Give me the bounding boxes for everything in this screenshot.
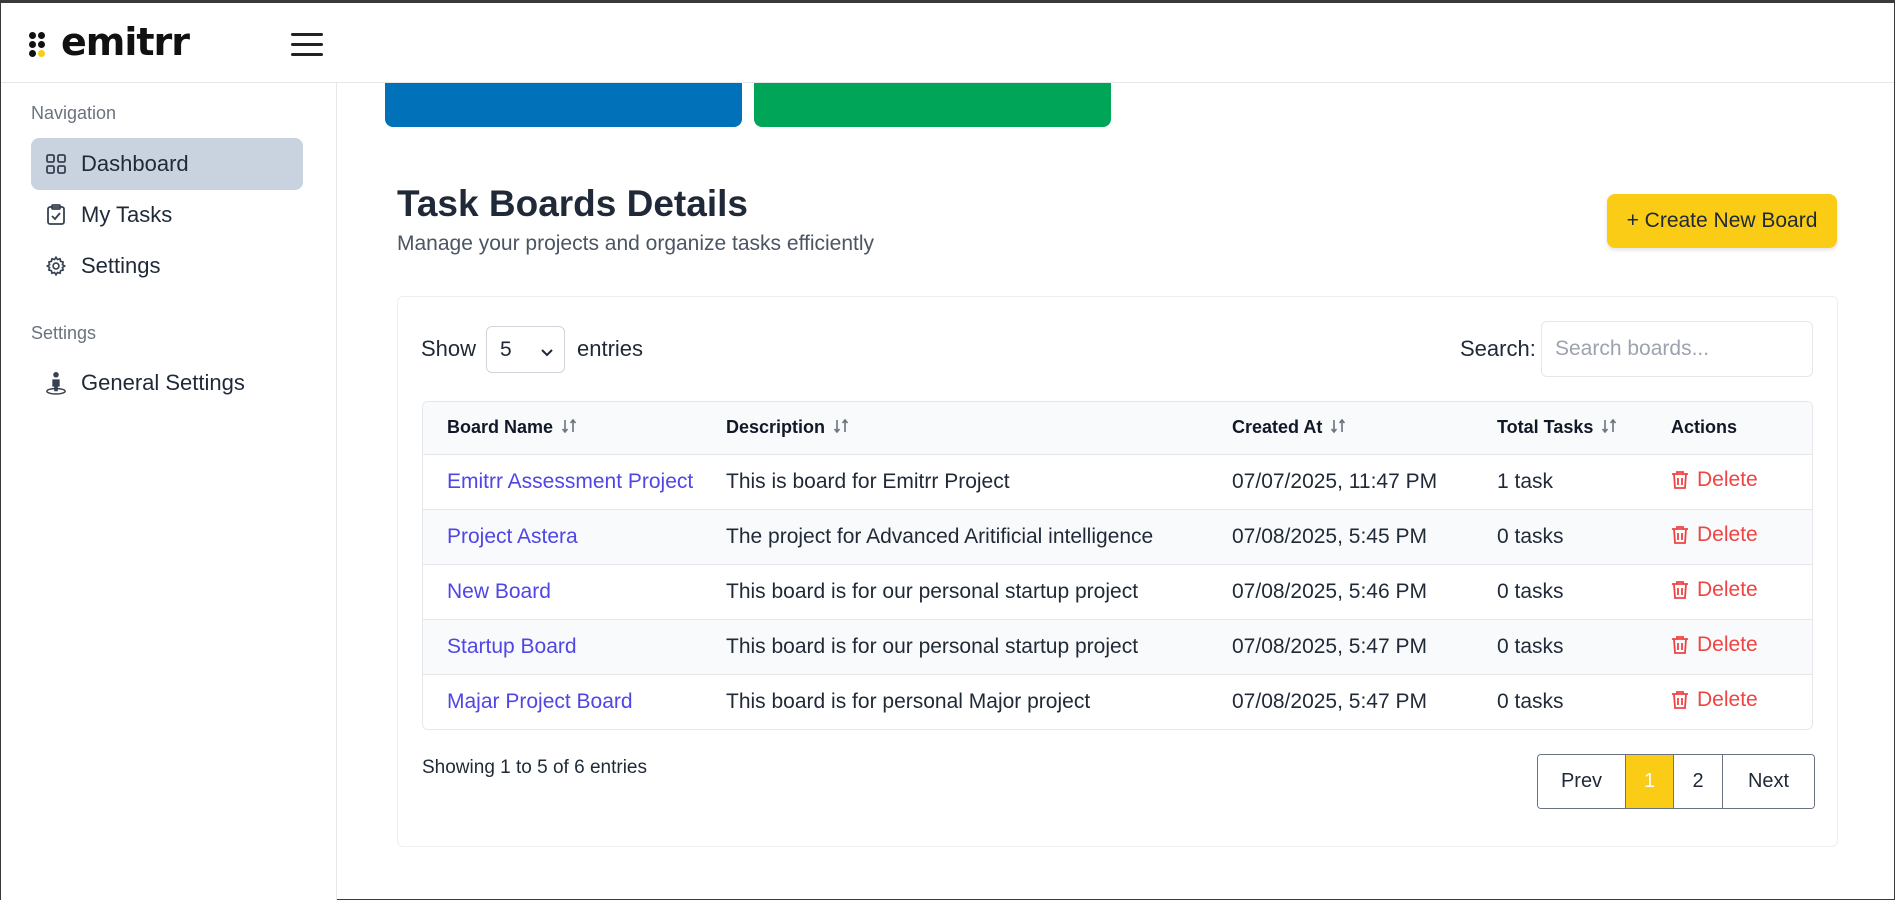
table-row: Project Astera The project for Advanced …	[423, 509, 1812, 564]
sort-icon[interactable]	[1330, 418, 1346, 439]
board-name-link[interactable]: Project Astera	[447, 525, 578, 548]
user-pin-icon	[45, 372, 67, 395]
board-total-tasks: 0 tasks	[1497, 579, 1564, 603]
settings-section-title: Settings	[31, 323, 97, 343]
grid-icon	[45, 153, 67, 175]
pagination-prev-button[interactable]: Prev	[1538, 755, 1626, 808]
sidebar-item-settings[interactable]: Settings	[31, 240, 303, 292]
board-name-link[interactable]: Startup Board	[447, 635, 577, 658]
logo-text: emitrr	[61, 20, 190, 64]
table-header-row: Board Name Description Created At Total …	[423, 402, 1812, 455]
board-description: This board is for our personal startup p…	[726, 579, 1139, 603]
board-created-at: 07/08/2025, 5:46 PM	[1232, 579, 1427, 603]
pagination-page-2[interactable]: 2	[1674, 755, 1723, 808]
pagination: Prev 1 2 Next	[1537, 754, 1815, 809]
table-row: Emitrr Assessment Project This is board …	[423, 454, 1812, 509]
table-row: Majar Project Board This board is for pe…	[423, 674, 1812, 729]
delete-button[interactable]: Delete	[1671, 688, 1758, 712]
board-description: This board is for personal Major project	[726, 689, 1091, 713]
entries-per-page-select[interactable]: 5	[486, 326, 565, 373]
header-created-at[interactable]: Created At	[1232, 402, 1497, 455]
board-description: This board is for our personal startup p…	[726, 634, 1139, 658]
page-title: Task Boards Details	[397, 183, 748, 224]
boards-table: Board Name Description Created At Total …	[422, 401, 1813, 730]
board-created-at: 07/08/2025, 5:47 PM	[1232, 634, 1427, 658]
entries-label: entries	[577, 336, 644, 361]
sort-icon[interactable]	[833, 418, 849, 439]
sort-icon[interactable]	[1601, 418, 1617, 439]
table-row: Startup Board This board is for our pers…	[423, 619, 1812, 674]
header-actions: Actions	[1671, 402, 1812, 455]
board-total-tasks: 0 tasks	[1497, 689, 1564, 713]
sort-icon[interactable]	[561, 418, 577, 439]
sidebar-item-dashboard[interactable]: Dashboard	[31, 138, 303, 190]
show-label: Show	[421, 336, 477, 361]
page-subtitle: Manage your projects and organize tasks …	[397, 232, 875, 255]
board-total-tasks: 0 tasks	[1497, 634, 1564, 658]
board-description: The project for Advanced Aritificial int…	[726, 524, 1154, 548]
stat-card-green[interactable]	[754, 83, 1111, 127]
pagination-page-1[interactable]: 1	[1626, 755, 1674, 808]
gear-icon	[45, 255, 67, 277]
search-input[interactable]	[1541, 321, 1813, 377]
sidebar-item-my-tasks[interactable]: My Tasks	[31, 189, 303, 241]
board-created-at: 07/07/2025, 11:47 PM	[1232, 469, 1438, 493]
sidebar-item-general-settings[interactable]: General Settings	[31, 357, 303, 409]
search-label: Search:	[1460, 336, 1536, 361]
create-new-board-button[interactable]: + Create New Board	[1607, 194, 1837, 248]
trash-icon	[1672, 470, 1688, 489]
pagination-next-button[interactable]: Next	[1723, 755, 1814, 808]
delete-button[interactable]: Delete	[1671, 523, 1758, 547]
sidebar-item-label: Dashboard	[81, 151, 189, 176]
trash-icon	[1672, 690, 1688, 709]
sidebar-item-label: General Settings	[81, 370, 245, 395]
trash-icon	[1672, 635, 1688, 654]
menu-toggle-icon[interactable]	[291, 33, 323, 57]
sidebar: Navigation Dashboard My Tasks Settings S…	[1, 83, 337, 900]
entries-select-value: 5	[500, 337, 512, 361]
table-row: New Board This board is for our personal…	[423, 564, 1812, 619]
delete-button[interactable]: Delete	[1671, 578, 1758, 602]
board-name-link[interactable]: Emitrr Assessment Project	[447, 470, 693, 493]
chevron-down-icon	[540, 341, 554, 365]
board-created-at: 07/08/2025, 5:45 PM	[1232, 524, 1427, 548]
board-name-link[interactable]: New Board	[447, 580, 551, 603]
delete-button[interactable]: Delete	[1671, 468, 1758, 492]
top-header: emitrr	[1, 3, 1894, 83]
header-total-tasks[interactable]: Total Tasks	[1497, 402, 1671, 455]
trash-icon	[1672, 580, 1688, 599]
clipboard-check-icon	[45, 204, 67, 226]
sidebar-item-label: My Tasks	[81, 202, 173, 227]
logo-dots-icon	[29, 28, 55, 57]
board-total-tasks: 0 tasks	[1497, 524, 1564, 548]
trash-icon	[1672, 525, 1688, 544]
emitrr-logo[interactable]: emitrr	[29, 20, 190, 64]
board-total-tasks: 1 task	[1497, 469, 1554, 493]
header-board-name[interactable]: Board Name	[423, 402, 726, 455]
table-info-text: Showing 1 to 5 of 6 entries	[422, 757, 647, 778]
stat-card-blue[interactable]	[385, 83, 742, 127]
board-description: This is board for Emitrr Project	[726, 469, 1010, 493]
board-name-link[interactable]: Majar Project Board	[447, 690, 633, 713]
sidebar-item-label: Settings	[81, 253, 161, 278]
board-created-at: 07/08/2025, 5:47 PM	[1232, 689, 1427, 713]
delete-button[interactable]: Delete	[1671, 633, 1758, 657]
header-description[interactable]: Description	[726, 402, 1232, 455]
nav-section-title: Navigation	[31, 103, 117, 123]
